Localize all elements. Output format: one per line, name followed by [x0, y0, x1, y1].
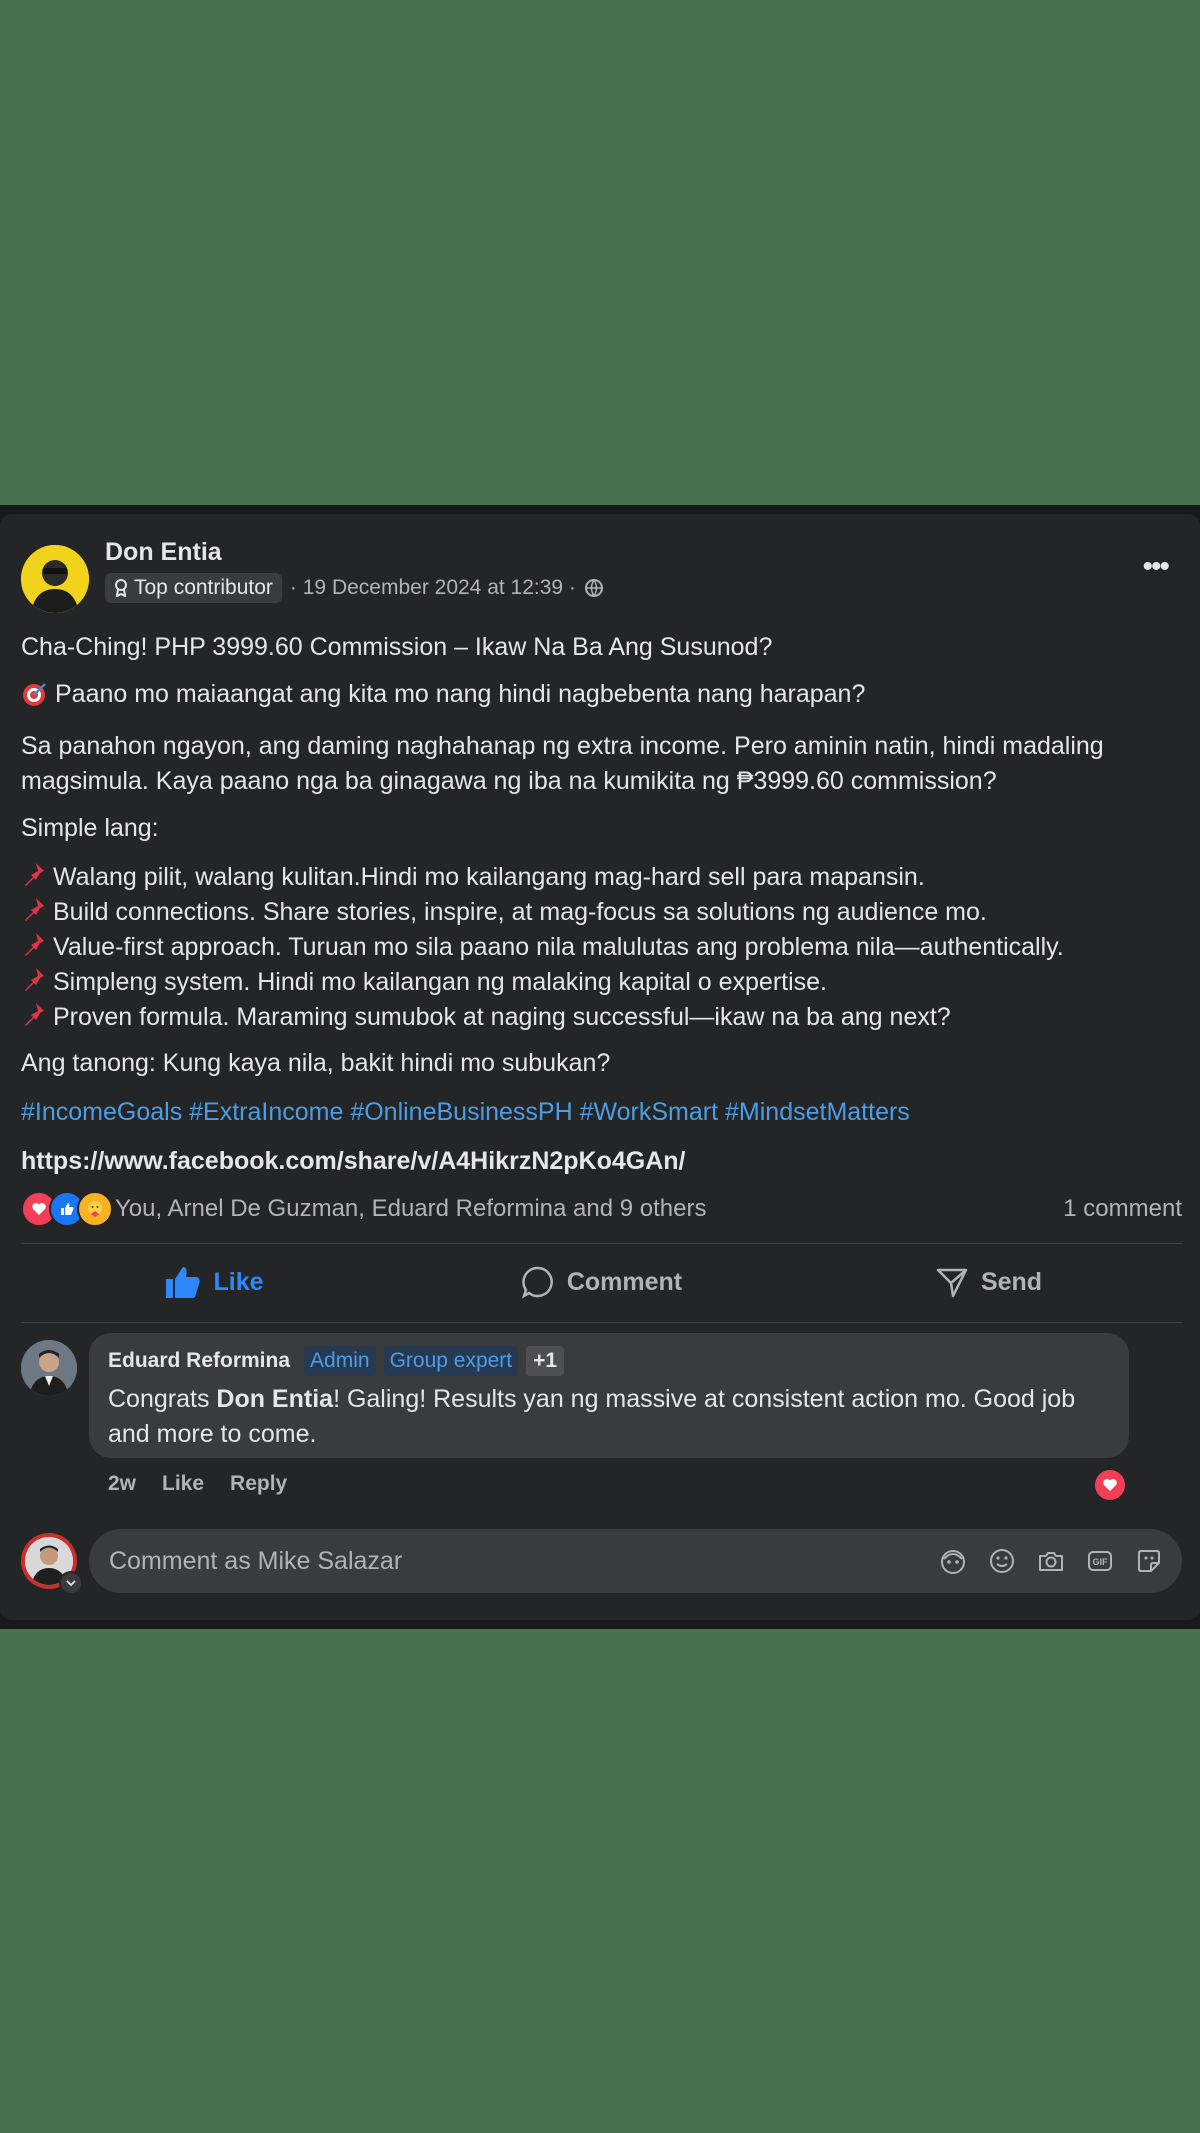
- care-reaction-icon: [77, 1191, 113, 1227]
- send-label: Send: [980, 1267, 1043, 1296]
- post-link[interactable]: https://www.facebook.com/share/v/A4Hikrz…: [21, 1144, 1179, 1179]
- bullet-text: Value-first approach. Turuan mo sila paa…: [53, 933, 1064, 961]
- post-question-row: Paano mo maiaangat ang kita mo nang hind…: [21, 677, 1179, 712]
- reactions-bar: You, Arnel De Guzman, Eduard Reformina a…: [21, 1191, 1182, 1227]
- award-icon: [115, 579, 127, 597]
- svg-text:GIF: GIF: [1092, 1557, 1108, 1567]
- bullet-item: Simpleng system. Hindi mo kailangan ng m…: [21, 965, 1179, 1000]
- top-contributor-badge[interactable]: Top contributor: [105, 573, 282, 603]
- mention-link[interactable]: Don Entia: [216, 1385, 333, 1413]
- gif-icon[interactable]: GIF: [1084, 1546, 1115, 1577]
- current-user-avatar[interactable]: [21, 1533, 83, 1595]
- post-closing: Ang tanong: Kung kaya nila, bakit hindi …: [21, 1049, 611, 1077]
- bullet-item: Build connections. Share stories, inspir…: [21, 895, 1179, 930]
- divider: [21, 1243, 1182, 1244]
- camera-icon[interactable]: [1035, 1546, 1066, 1577]
- post-frame: Don Entia Top contributor · 19 December …: [0, 505, 1200, 1629]
- commenter-avatar[interactable]: [21, 1340, 77, 1396]
- post-timestamp[interactable]: · 19 December 2024 at 12:39 ·: [290, 576, 576, 600]
- comment-age[interactable]: 2w: [108, 1472, 136, 1496]
- composer-tools: GIF: [937, 1546, 1164, 1577]
- comment-count[interactable]: 1 comment: [1063, 1195, 1182, 1223]
- send-button[interactable]: Send: [795, 1265, 1182, 1299]
- pushpin-icon: [25, 933, 44, 956]
- post-title: Cha-Ching! PHP 3999.60 Commission – Ikaw…: [21, 633, 773, 661]
- badge-label: Top contributor: [134, 576, 273, 599]
- comment-header: Eduard Reformina Admin Group expert +1: [108, 1346, 565, 1376]
- target-icon: [23, 682, 46, 706]
- more-options-icon[interactable]: •••: [1142, 550, 1169, 584]
- pushpin-icon: [25, 1003, 44, 1026]
- comment-bubble: Eduard Reformina Admin Group expert +1 C…: [89, 1333, 1129, 1458]
- comment-button[interactable]: Comment: [408, 1265, 795, 1299]
- post-actions: Like Comment Send: [21, 1248, 1182, 1316]
- bullet-item: Proven formula. Maraming sumubok at nagi…: [21, 1000, 1179, 1035]
- chevron-down-icon[interactable]: [59, 1571, 83, 1595]
- commenter-name[interactable]: Eduard Reformina: [108, 1349, 290, 1373]
- love-reaction-icon[interactable]: [1095, 1470, 1125, 1500]
- pushpin-icon: [25, 968, 44, 991]
- more-badges[interactable]: +1: [526, 1346, 565, 1376]
- comment-text: Congrats Don Entia! Galing! Results yan …: [108, 1382, 1108, 1452]
- post-simple: Simple lang:: [21, 814, 159, 842]
- bullet-item: Value-first approach. Turuan mo sila paa…: [21, 930, 1179, 965]
- post-hashtags[interactable]: #IncomeGoals #ExtraIncome #OnlineBusines…: [21, 1095, 1179, 1130]
- pushpin-icon: [25, 898, 44, 921]
- emoji-icon[interactable]: [986, 1546, 1017, 1577]
- bullet-text: Walang pilit, walang kulitan.Hindi mo ka…: [53, 863, 925, 891]
- post-meta: Top contributor · 19 December 2024 at 12…: [105, 573, 604, 603]
- comment-like-button[interactable]: Like: [162, 1472, 204, 1496]
- comment-reply-button[interactable]: Reply: [230, 1472, 287, 1496]
- send-icon: [936, 1268, 968, 1298]
- bullet-item: Walang pilit, walang kulitan.Hindi mo ka…: [21, 860, 1179, 895]
- comment-footer: 2w Like Reply: [108, 1472, 287, 1496]
- comment-placeholder: Comment as Mike Salazar: [109, 1546, 403, 1575]
- bullet-text: Simpleng system. Hindi mo kailangan ng m…: [53, 968, 827, 996]
- avatar-sticker-icon[interactable]: [937, 1546, 968, 1577]
- post-paragraph: Sa panahon ngayon, ang daming naghahanap…: [21, 732, 1104, 795]
- reaction-summary[interactable]: You, Arnel De Guzman, Eduard Reformina a…: [115, 1195, 1063, 1223]
- author-name[interactable]: Don Entia: [105, 538, 222, 567]
- comment-input[interactable]: Comment as Mike Salazar GIF: [89, 1529, 1182, 1593]
- author-avatar[interactable]: [21, 545, 89, 613]
- bullet-text: Build connections. Share stories, inspir…: [53, 898, 987, 926]
- admin-tag[interactable]: Admin: [304, 1346, 376, 1376]
- post-question: Paano mo maiaangat ang kita mo nang hind…: [55, 680, 866, 708]
- like-button[interactable]: Like: [21, 1265, 408, 1299]
- bullet-text: Proven formula. Maraming sumubok at nagi…: [53, 1003, 951, 1031]
- sticker-icon[interactable]: [1133, 1546, 1164, 1577]
- post-bullets: Walang pilit, walang kulitan.Hindi mo ka…: [21, 860, 1179, 1035]
- post-card: Don Entia Top contributor · 19 December …: [0, 514, 1200, 1620]
- divider: [21, 1322, 1182, 1323]
- thumbs-up-icon: [166, 1267, 201, 1298]
- pushpin-icon: [25, 863, 44, 886]
- globe-icon: [584, 579, 603, 597]
- group-expert-tag[interactable]: Group expert: [383, 1346, 519, 1376]
- comment-label: Comment: [566, 1267, 683, 1296]
- comment-bubble-icon: [521, 1266, 553, 1299]
- comment-text-start: Congrats: [108, 1385, 217, 1413]
- reaction-icons[interactable]: [21, 1191, 113, 1227]
- like-label: Like: [213, 1267, 264, 1296]
